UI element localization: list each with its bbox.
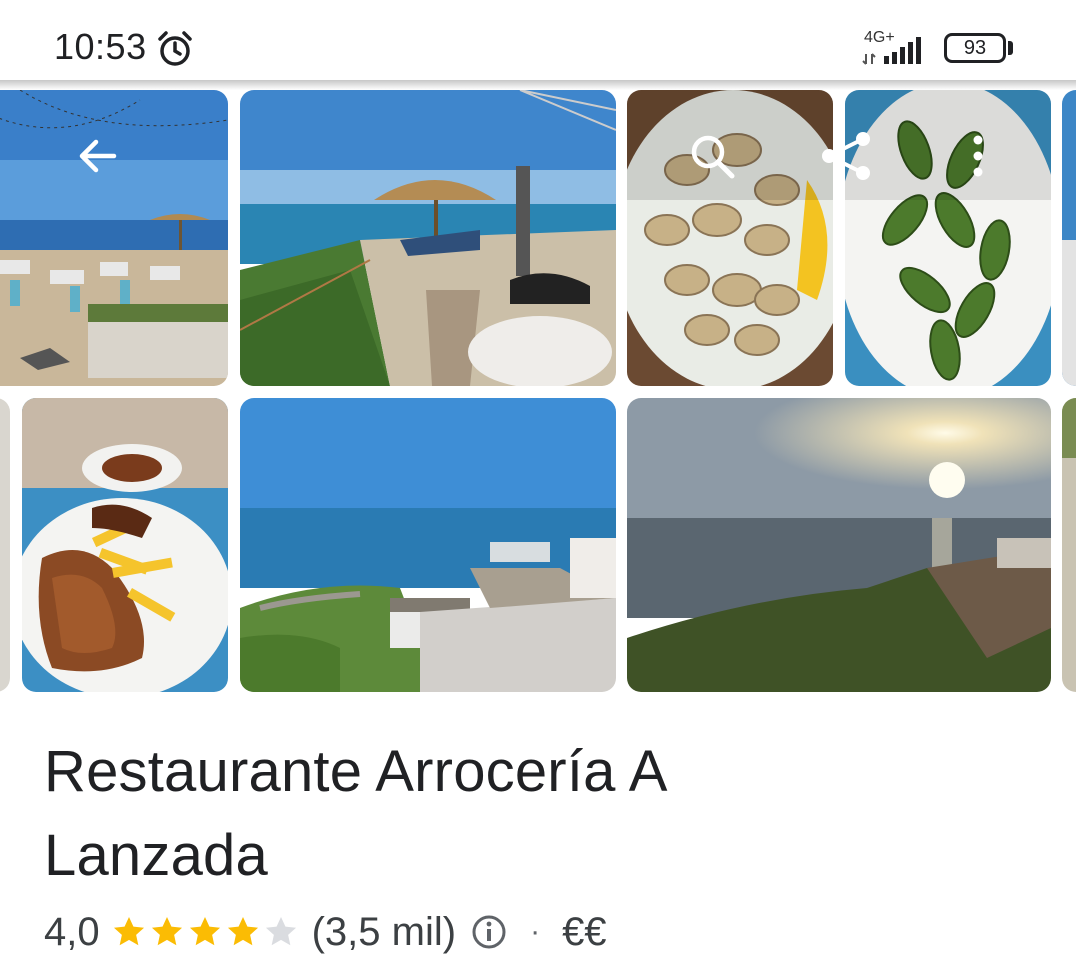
- separator-dot: ·: [530, 915, 541, 948]
- rating-value: 4,0: [44, 909, 100, 954]
- star-filled-icon: [151, 916, 182, 946]
- back-arrow-icon: [79, 139, 117, 173]
- more-vert-icon: [973, 135, 983, 177]
- place-title-line-2: Lanzada: [44, 823, 268, 888]
- more-options-button[interactable]: [946, 124, 1010, 188]
- sunset-sea-photo[interactable]: [627, 398, 1051, 692]
- star-filled-icon: [227, 916, 258, 946]
- grilled-meat-dish-photo[interactable]: [22, 398, 228, 692]
- battery-indicator: 93: [944, 33, 1006, 63]
- photo-gallery[interactable]: [0, 80, 1076, 704]
- share-button[interactable]: [814, 124, 878, 188]
- star-filled-icon: [189, 916, 220, 946]
- gallery-shadow: [0, 80, 1076, 90]
- next-photo-edge-2[interactable]: [1062, 398, 1076, 692]
- battery-level: 93: [963, 36, 987, 59]
- review-count[interactable]: (3,5 mil): [312, 910, 456, 955]
- coast-view-photo[interactable]: [240, 398, 616, 692]
- signal-strength-icon: [862, 37, 921, 65]
- share-icon: [822, 132, 870, 180]
- alarm-icon: [158, 31, 192, 66]
- prev-photo-edge[interactable]: [0, 398, 10, 692]
- price-level: €€: [562, 909, 607, 954]
- rating-row[interactable]: 4,0 (3,5 mil) · €€: [44, 904, 607, 960]
- rating-stars: [110, 913, 300, 951]
- beach-umbrella-photo[interactable]: [240, 90, 616, 386]
- status-bar: 10:53 4G+ 93: [0, 0, 1076, 80]
- search-icon: [691, 135, 735, 179]
- place-title: Restaurante Arrocería A Lanzada: [44, 730, 1024, 898]
- status-time: 10:53: [54, 26, 147, 67]
- battery-tip: [1008, 41, 1013, 55]
- star-filled-icon: [113, 916, 144, 946]
- info-icon[interactable]: [470, 913, 508, 951]
- place-title-line-1: Restaurante Arrocería A: [44, 739, 668, 804]
- star-empty-icon: [265, 916, 296, 946]
- next-photo-edge[interactable]: [1062, 90, 1076, 386]
- search-button[interactable]: [680, 124, 744, 188]
- back-button[interactable]: [66, 124, 130, 188]
